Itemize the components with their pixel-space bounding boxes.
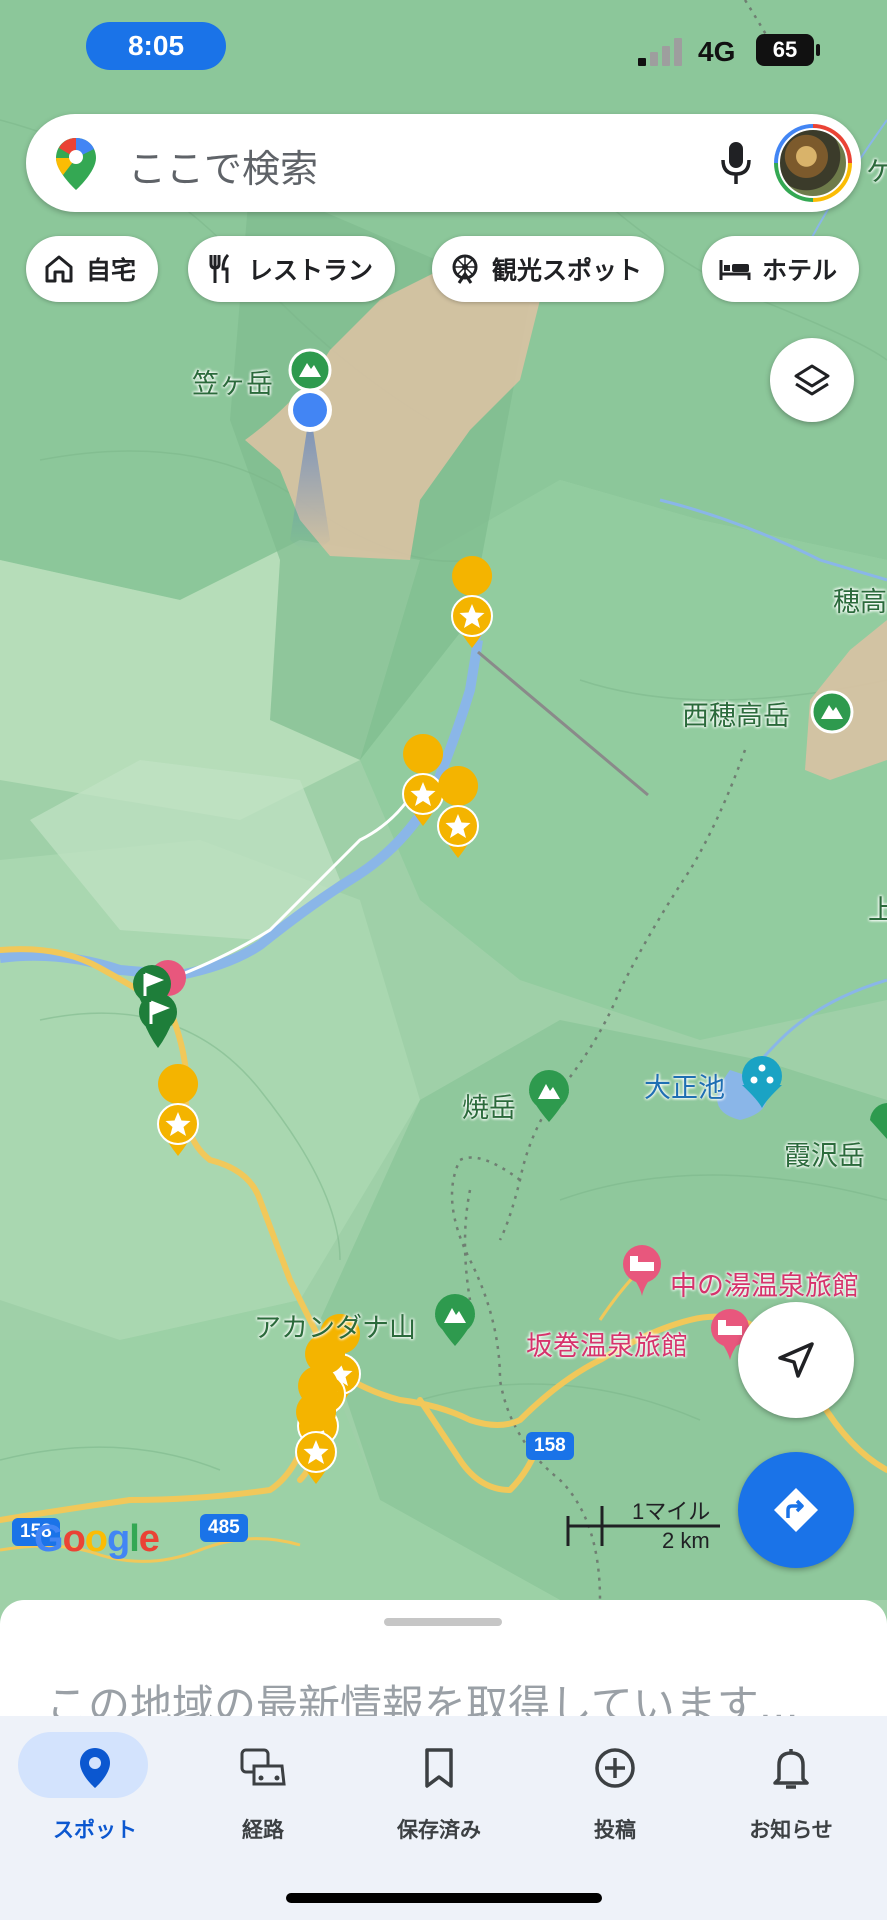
directions-button[interactable]	[738, 1452, 854, 1568]
bottom-navigation: スポット 経路 保存済み 投稿 お知らせ	[0, 1716, 887, 1920]
scale-miles: 1マイル	[632, 1499, 711, 1524]
chip-label: 自宅	[86, 256, 137, 285]
bell-icon	[763, 1740, 819, 1796]
nav-tab-explore[interactable]: スポット	[18, 1716, 170, 1856]
scale-km: 2 km	[662, 1528, 710, 1553]
add-circle-icon	[587, 1740, 643, 1796]
my-location-button[interactable]	[738, 1302, 854, 1418]
map-label-kasumisawa[interactable]: 霞沢岳	[784, 1134, 865, 1173]
home-icon	[45, 255, 73, 283]
restaurant-icon	[209, 253, 230, 283]
map-label-nishihotaka[interactable]: 西穂高岳	[682, 694, 790, 733]
chip-restaurant[interactable]: レストラン	[188, 236, 396, 302]
map-label-yakedake[interactable]: 焼岳	[462, 1086, 516, 1125]
sheet-loading-message: この地域の最新情報を取得しています...	[46, 1681, 799, 1720]
map-label-sakamaki[interactable]: 坂巻温泉旅館	[526, 1324, 688, 1363]
sheet-drag-handle[interactable]	[384, 1618, 502, 1626]
nav-label-updates: お知らせ	[749, 1818, 833, 1842]
microphone-icon[interactable]	[716, 138, 756, 190]
avatar-photo	[778, 128, 848, 198]
chip-hotel[interactable]: ホテル	[702, 236, 860, 302]
google-maps-logo-icon	[56, 138, 96, 190]
map-label-ke[interactable]: ケ	[866, 150, 887, 189]
chip-label: 観光スポット	[492, 256, 643, 285]
home-indicator[interactable]	[286, 1893, 602, 1903]
nav-label-explore: スポット	[53, 1818, 137, 1842]
nav-label-saved: 保存済み	[397, 1818, 481, 1842]
bottom-sheet[interactable]: この地域の最新情報を取得しています...	[0, 1600, 887, 1720]
layers-button[interactable]	[770, 338, 854, 422]
bookmark-icon	[411, 1740, 467, 1796]
nav-tab-commute[interactable]: 経路	[188, 1716, 338, 1856]
map-label-akandana[interactable]: アカンダナ山	[254, 1306, 416, 1345]
chip-attractions[interactable]: 観光スポット	[432, 236, 665, 302]
network-type: 4G	[698, 36, 736, 67]
location-pin-icon	[67, 1740, 123, 1796]
commute-icon	[235, 1740, 291, 1796]
road-badge-158: 158	[526, 1432, 574, 1460]
hotel-icon	[719, 260, 751, 280]
map-label-kasagatake[interactable]: 笠ヶ岳	[192, 362, 273, 401]
nav-tab-updates[interactable]: お知らせ	[716, 1716, 866, 1856]
road-badge-485: 485	[200, 1514, 248, 1542]
map-label-ue[interactable]: 上	[868, 888, 887, 927]
google-attribution-logo: Google	[34, 1518, 160, 1560]
nav-tab-contribute[interactable]: 投稿	[540, 1716, 690, 1856]
chip-label: レストラン	[248, 256, 374, 285]
chip-label: ホテル	[762, 256, 838, 285]
directions-icon	[774, 1488, 818, 1532]
layers-icon	[794, 364, 830, 396]
battery-indicator: 65	[756, 34, 814, 66]
map-label-nakanoyu[interactable]: 中の湯温泉旅館	[670, 1264, 859, 1303]
search-input[interactable]: ここで検索	[128, 138, 318, 193]
nav-label-contribute: 投稿	[594, 1818, 636, 1842]
map-label-taishoike[interactable]: 大正池	[644, 1066, 725, 1105]
chip-home[interactable]: 自宅	[26, 236, 159, 302]
account-avatar[interactable]	[774, 124, 852, 202]
signal-strength-icon	[638, 38, 682, 66]
status-time[interactable]: 8:05	[86, 22, 226, 70]
nav-label-commute: 経路	[242, 1818, 284, 1842]
navigation-arrow-icon	[778, 1342, 814, 1378]
map-label-hotaka[interactable]: 穂高	[833, 580, 887, 619]
nav-tab-saved[interactable]: 保存済み	[364, 1716, 514, 1856]
status-bar: 8:05 4G 65	[0, 0, 887, 90]
map-scale: 1マイル 2 km	[566, 1494, 722, 1553]
search-bar[interactable]: ここで検索	[26, 114, 861, 212]
attraction-icon	[452, 254, 478, 284]
battery-tip	[816, 44, 820, 56]
